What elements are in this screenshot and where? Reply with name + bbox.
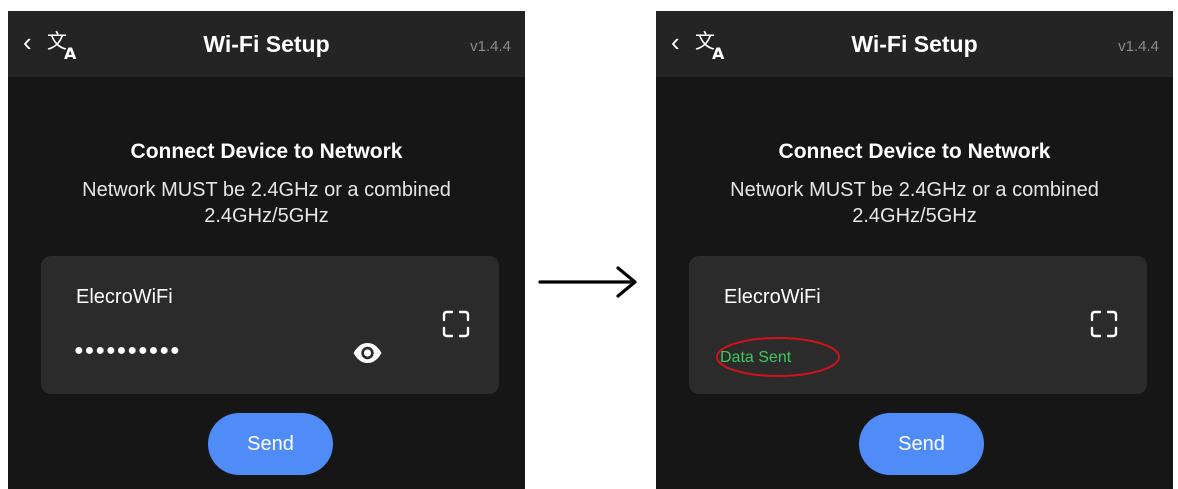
wifi-credentials-card: ElecroWiFi ●●●●●●●●●● <box>41 256 499 394</box>
header-bar: ‹ 文 A Wi-Fi Setup v1.4.4 <box>8 11 525 77</box>
network-requirement-text: Network MUST be 2.4GHz or a combined 2.4… <box>730 179 1099 227</box>
page-title: Wi-Fi Setup <box>203 31 330 57</box>
wifi-credentials-card: ElecroWiFi Data Sent <box>689 256 1147 394</box>
section-heading: Connect Device to Network <box>130 140 403 163</box>
header-bar: ‹ 文 A Wi-Fi Setup v1.4.4 <box>656 11 1173 77</box>
version-label: v1.4.4 <box>1118 38 1159 55</box>
ssid-field[interactable]: ElecroWiFi <box>76 285 173 309</box>
screen-before: ‹ 文 A Wi-Fi Setup v1.4.4 Connect Device … <box>8 11 525 489</box>
password-field[interactable]: ●●●●●●●●●● <box>74 341 181 361</box>
highlight-ellipse <box>714 334 842 380</box>
eye-icon[interactable] <box>352 342 383 364</box>
section-heading: Connect Device to Network <box>778 140 1051 163</box>
scan-icon[interactable] <box>441 309 471 339</box>
version-label: v1.4.4 <box>470 38 511 55</box>
send-button[interactable]: Send <box>859 413 984 475</box>
scan-icon[interactable] <box>1089 309 1119 339</box>
network-requirement-text: Network MUST be 2.4GHz or a combined 2.4… <box>82 179 451 227</box>
arrow-right-icon <box>538 265 639 299</box>
ssid-field[interactable]: ElecroWiFi <box>724 285 821 309</box>
send-button[interactable]: Send <box>208 413 333 475</box>
screen-after: ‹ 文 A Wi-Fi Setup v1.4.4 Connect Device … <box>656 11 1173 489</box>
page-title: Wi-Fi Setup <box>851 31 978 57</box>
